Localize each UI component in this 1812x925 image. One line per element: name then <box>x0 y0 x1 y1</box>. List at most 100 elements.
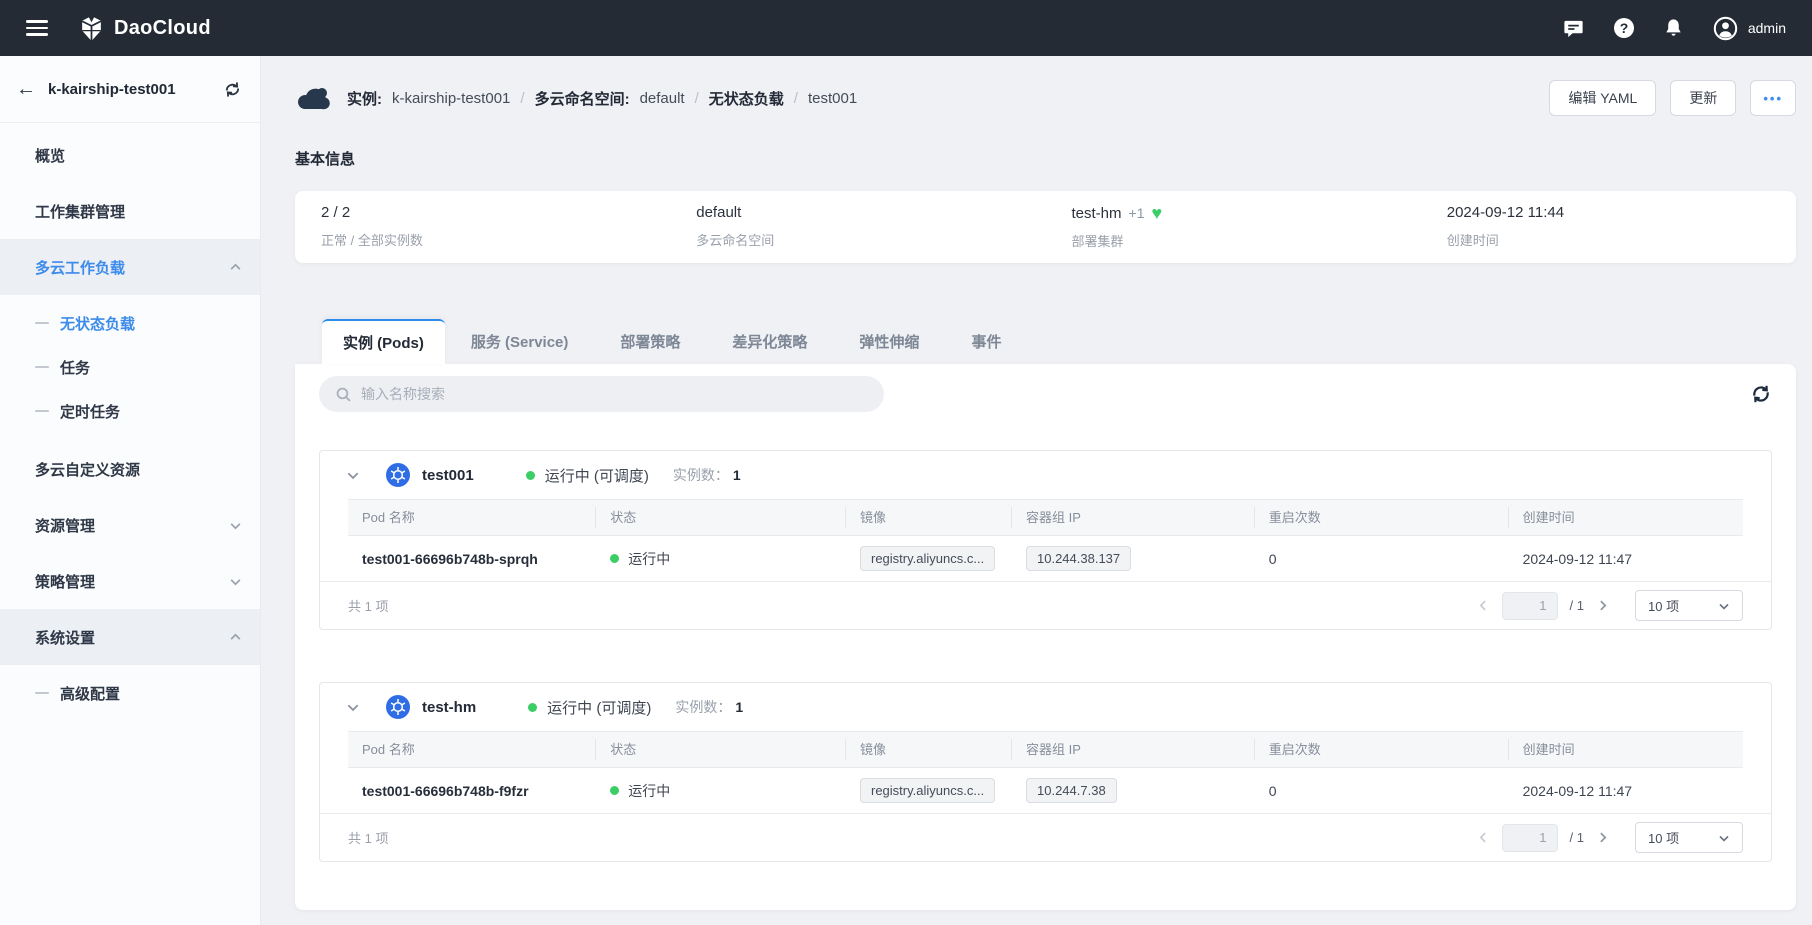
sidebar-item-stateless-workloads[interactable]: 无状态负载 <box>0 301 260 345</box>
kubernetes-icon <box>386 463 410 487</box>
table-footer: 共 1 项 / 1 10 项 <box>320 813 1771 861</box>
pagination-prev-icon[interactable] <box>1477 831 1490 844</box>
tab-override-policy[interactable]: 差异化策略 <box>706 319 833 364</box>
select-chevron-icon <box>1718 832 1730 844</box>
edit-yaml-button[interactable]: 编辑 YAML <box>1549 80 1656 116</box>
sidebar-item-multicloud-workloads[interactable]: 多云工作负载 <box>0 239 260 295</box>
status-dot <box>610 554 619 563</box>
sidebar-item-policy-management[interactable]: 策略管理 <box>0 553 260 609</box>
replicas-count: 1 <box>735 699 743 715</box>
expand-chevron-icon[interactable] <box>346 468 360 482</box>
page-number-input[interactable] <box>1502 592 1558 620</box>
avatar-icon <box>1712 15 1739 42</box>
pod-status: 运行中 <box>628 781 670 801</box>
svg-text:?: ? <box>1620 20 1629 36</box>
pagination-next-icon[interactable] <box>1596 599 1609 612</box>
healthy-heart-icon: ♥ <box>1151 204 1162 222</box>
page-number-input[interactable] <box>1502 824 1558 852</box>
page-total: / 1 <box>1570 830 1584 845</box>
user-menu[interactable]: admin <box>1712 15 1786 42</box>
search-icon <box>335 386 352 403</box>
sidebar-nav: 概览 工作集群管理 多云工作负载 无状态负载 任务 定时任务 多云自定义资源 资… <box>0 123 260 715</box>
table-header: Pod 名称 状态 镜像 容器组 IP 重启次数 创建时间 <box>348 499 1743 536</box>
dash-icon <box>35 692 49 694</box>
select-chevron-icon <box>1718 600 1730 612</box>
chevron-up-icon <box>229 631 242 644</box>
sidebar-item-work-clusters[interactable]: 工作集群管理 <box>0 183 260 239</box>
pod-name[interactable]: test001-66696b748b-sprqh <box>362 551 538 567</box>
refresh-icon[interactable] <box>1750 383 1772 405</box>
back-arrow-icon[interactable]: ← <box>16 79 36 99</box>
tab-events[interactable]: 事件 <box>945 319 1027 364</box>
pod-ip-chip[interactable]: 10.244.38.137 <box>1026 546 1131 571</box>
bell-icon[interactable] <box>1662 16 1686 40</box>
pagination-next-icon[interactable] <box>1596 831 1609 844</box>
sidebar-item-cronjobs[interactable]: 定时任务 <box>0 389 260 433</box>
sidebar: ← k-kairship-test001 概览 工作集群管理 多云工作负载 无状… <box>0 56 261 925</box>
table-row: test001-66696b748b-sprqh 运行中 registry.al… <box>348 536 1743 581</box>
cluster-extra-count[interactable]: +1 <box>1129 205 1145 221</box>
sidebar-item-multicloud-custom-resources[interactable]: 多云自定义资源 <box>0 441 260 497</box>
daocloud-logo-icon <box>78 15 105 42</box>
expand-chevron-icon[interactable] <box>346 700 360 714</box>
status-dot <box>610 786 619 795</box>
basic-info-title: 基本信息 <box>295 148 1796 169</box>
panel-header[interactable]: test001 运行中 (可调度) 实例数：1 <box>320 451 1771 499</box>
stat-clusters: test-hm +1 ♥ 部署集群 <box>1046 204 1421 250</box>
page-size-select[interactable]: 10 项 <box>1635 822 1743 853</box>
tab-autoscaling[interactable]: 弹性伸缩 <box>833 319 945 364</box>
table-header: Pod 名称 状态 镜像 容器组 IP 重启次数 创建时间 <box>348 731 1743 768</box>
chevron-down-icon <box>229 519 242 532</box>
tab-deploy-policy[interactable]: 部署策略 <box>594 319 706 364</box>
restart-count: 0 <box>1269 551 1277 567</box>
breadcrumb-namespace-label: 多云命名空间: <box>535 88 630 109</box>
image-chip[interactable]: registry.aliyuncs.c... <box>860 546 995 571</box>
cluster-name: k-kairship-test001 <box>48 81 211 98</box>
replicas-count: 1 <box>733 467 741 483</box>
status-text: 运行中 (可调度) <box>545 465 649 486</box>
page-total: / 1 <box>1570 598 1584 613</box>
breadcrumb-instance-value[interactable]: k-kairship-test001 <box>392 90 510 107</box>
breadcrumb: 实例: k-kairship-test001 / 多云命名空间: default… <box>295 84 857 112</box>
image-chip[interactable]: registry.aliyuncs.c... <box>860 778 995 803</box>
dash-icon <box>35 410 49 412</box>
breadcrumb-namespace-value[interactable]: default <box>640 90 685 107</box>
sidebar-item-resource-management[interactable]: 资源管理 <box>0 497 260 553</box>
sidebar-item-overview[interactable]: 概览 <box>0 127 260 183</box>
kubernetes-icon <box>386 695 410 719</box>
tab-service[interactable]: 服务 (Service) <box>445 319 595 364</box>
update-button[interactable]: 更新 <box>1670 80 1736 116</box>
created-time: 2024-09-12 11:47 <box>1523 783 1633 799</box>
pods-tab-content: test001 运行中 (可调度) 实例数：1 Pod 名称 状态 镜像 容器组… <box>295 364 1796 910</box>
pagination-prev-icon[interactable] <box>1477 599 1490 612</box>
tab-pods[interactable]: 实例 (Pods) <box>322 319 445 364</box>
chat-icon[interactable] <box>1562 16 1586 40</box>
dash-icon <box>35 322 49 324</box>
status-text: 运行中 (可调度) <box>547 697 651 718</box>
help-icon[interactable]: ? <box>1612 16 1636 40</box>
sidebar-item-jobs[interactable]: 任务 <box>0 345 260 389</box>
more-actions-button[interactable]: ••• <box>1750 80 1796 116</box>
total-count: 共 1 项 <box>348 596 388 615</box>
search-input[interactable] <box>361 386 868 402</box>
pod-name[interactable]: test001-66696b748b-f9fzr <box>362 783 529 799</box>
pagination: / 1 10 项 <box>1477 822 1743 853</box>
chevron-down-icon <box>229 575 242 588</box>
daocloud-logo[interactable]: DaoCloud <box>78 15 211 42</box>
cluster-workload-name: test-hm <box>422 699 476 716</box>
breadcrumb-workload-type[interactable]: 无状态负载 <box>709 88 784 109</box>
switch-cluster-icon[interactable] <box>223 80 242 99</box>
basic-info-card: 2 / 2 正常 / 全部实例数 default 多云命名空间 test-hm … <box>295 191 1796 263</box>
panel-header[interactable]: test-hm 运行中 (可调度) 实例数：1 <box>320 683 1771 731</box>
stat-namespace: default 多云命名空间 <box>670 204 1045 250</box>
restart-count: 0 <box>1269 783 1277 799</box>
page-size-select[interactable]: 10 项 <box>1635 590 1743 621</box>
cloud-icon <box>295 84 331 112</box>
pod-ip-chip[interactable]: 10.244.7.38 <box>1026 778 1117 803</box>
workload-panel-test-hm: test-hm 运行中 (可调度) 实例数：1 Pod 名称 状态 镜像 容器组… <box>319 682 1772 862</box>
top-bar: DaoCloud ? admin <box>0 0 1812 56</box>
sidebar-item-system-settings[interactable]: 系统设置 <box>0 609 260 665</box>
hamburger-menu-icon[interactable] <box>26 20 48 36</box>
sidebar-item-advanced-config[interactable]: 高级配置 <box>0 671 260 715</box>
tab-bar: 实例 (Pods) 服务 (Service) 部署策略 差异化策略 弹性伸缩 事… <box>295 319 1796 364</box>
